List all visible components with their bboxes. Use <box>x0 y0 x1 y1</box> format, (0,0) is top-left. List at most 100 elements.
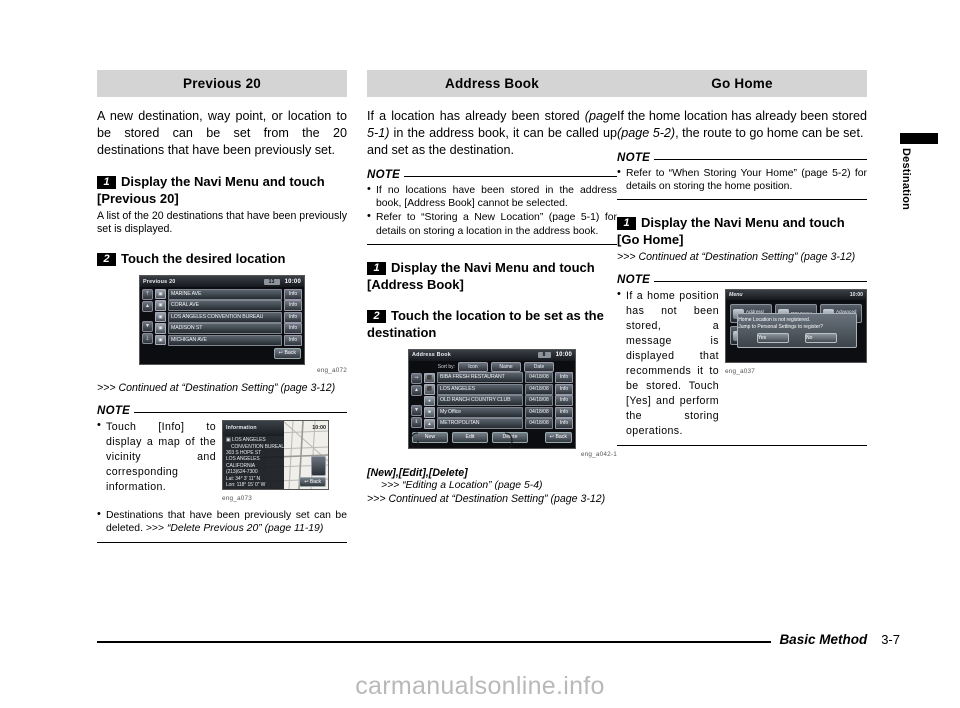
note-item-text: If a home position has not been stored, … <box>626 290 719 438</box>
intro-text-part-2: in the address book, it can be called up… <box>367 126 617 157</box>
step-number-badge: 1 <box>617 217 636 231</box>
scroll-bottom-icon[interactable]: ⤓ <box>142 333 153 344</box>
entry-type-icon: ■ <box>424 407 435 418</box>
list-item[interactable]: ● OLD RANCH COUNTRY CLUB 04/18/08 Info <box>424 395 573 407</box>
info-button[interactable]: Info <box>555 418 573 430</box>
list-item[interactable]: ▣ LOS ANGELES CONVENTION BUREAU Info <box>155 311 302 323</box>
scroll-bottom-icon[interactable]: ⇓ <box>411 416 422 428</box>
intro-text-part-2: , the route to go home can be set. <box>675 126 864 140</box>
entry-name[interactable]: LOS ANGELES <box>437 383 523 395</box>
info-button[interactable]: Info <box>284 288 302 300</box>
note-rule <box>134 412 347 413</box>
section-title-previous-20: Previous 20 <box>97 70 347 97</box>
sort-by-icon-button[interactable]: Icon <box>458 361 488 372</box>
scroll-down-icon[interactable]: ▼ <box>142 321 153 332</box>
note-rule <box>404 176 617 177</box>
scroll-down-icon[interactable]: ▼ <box>411 404 422 416</box>
note-label: NOTE <box>617 274 651 287</box>
note-label: NOTE <box>617 152 651 164</box>
sort-by-date-button[interactable]: Date <box>524 361 554 372</box>
destination-name[interactable]: MADISON ST <box>168 323 282 334</box>
list-item[interactable]: ⬛ LOS ANGELES 04/18/08 Info <box>424 383 573 395</box>
back-button[interactable]: ↩ Back <box>299 477 326 487</box>
destination-name[interactable]: LOS ANGELES CONVENTION BUREAU <box>168 311 282 323</box>
watermark: carmanualsonline.info <box>355 672 605 700</box>
destination-type-icon: ▣ <box>155 288 166 300</box>
nav-scroll-controls: ⤒ ▲ ▼ ⤓ <box>142 289 153 345</box>
nav-screen-header: Previous 20 13 10:00 <box>140 276 304 287</box>
sort-by-name-button[interactable]: Name <box>491 361 521 372</box>
list-item[interactable]: ■ My Office 04/18/08 Info <box>424 406 573 418</box>
entry-date: 04/18/08 <box>525 383 553 395</box>
entry-name[interactable]: My Office <box>437 406 523 418</box>
intro-paragraph-go-home: If the home location has already been st… <box>617 108 867 142</box>
side-tab-bar <box>900 133 938 144</box>
note-item: Refer to “When Storing Your Home” (page … <box>617 166 867 193</box>
info-button[interactable]: Info <box>555 406 573 418</box>
step-2-heading-text: Touch the desired location <box>121 251 286 266</box>
home-not-registered-dialog: Home Location is not registered. Jump to… <box>737 313 857 349</box>
callout-block: [New],[Edit],[Delete] >>> “Editing a Loc… <box>367 467 617 491</box>
footer-rule <box>97 640 772 643</box>
nav-screen-title: Address Book <box>412 352 451 359</box>
note-bottom-rule <box>617 199 867 201</box>
footer-page-number: 3-7 <box>881 632 900 647</box>
scroll-up-icon[interactable]: ▲ <box>142 301 153 312</box>
info-button[interactable]: Info <box>555 383 573 395</box>
list-item[interactable]: ⬛ BIBA FRESH RESTAURANT 04/18/08 Info <box>424 372 573 384</box>
list-item[interactable]: ▣ MARINE AVE Info <box>155 288 302 300</box>
footer-title: Basic Method <box>779 632 868 647</box>
no-button[interactable]: No <box>804 333 837 344</box>
note-block-go-home-2: NOTE If a home position has not been sto… <box>617 274 867 447</box>
scroll-top-icon[interactable]: ⤒ <box>142 289 153 300</box>
nav-scroll-controls: ⇒ ▲ ▼ ⇓ <box>411 372 422 429</box>
info-button[interactable]: Info <box>284 323 302 334</box>
entry-type-icon: ● <box>424 395 435 407</box>
entry-name[interactable]: METROPOLITAN <box>437 418 523 430</box>
list-item[interactable]: ▣ CORAL AVE Info <box>155 300 302 311</box>
destination-type-icon: ▣ <box>155 311 166 323</box>
destination-name[interactable]: MICHIGAN AVE <box>168 334 282 346</box>
nav-screen-clock: 10:00 <box>284 278 301 285</box>
yes-button[interactable]: Yes <box>756 333 789 344</box>
info-button[interactable]: Info <box>555 372 573 384</box>
step-number-badge: 1 <box>97 176 116 189</box>
list-item[interactable]: ▣ MADISON ST Info <box>155 323 302 334</box>
entry-name[interactable]: BIBA FRESH RESTAURANT <box>437 372 523 384</box>
intro-text-part-1: If the home location has already been st… <box>617 109 867 123</box>
note-heading: NOTE <box>97 405 347 417</box>
back-button[interactable]: ↩ Back <box>273 348 301 359</box>
intro-paragraph-previous-20: A new destination, way point, or locatio… <box>97 109 347 157</box>
entry-name[interactable]: OLD RANCH COUNTRY CLUB <box>437 395 523 407</box>
back-button[interactable]: ↩ Back <box>544 431 572 443</box>
information-panel-title: Information <box>223 421 284 437</box>
nav-screen-header: Address Book 8 10:00 <box>409 349 575 361</box>
note-label: NOTE <box>97 405 131 417</box>
map-side-button[interactable] <box>311 456 326 477</box>
destination-type-icon: ▣ <box>155 323 166 334</box>
destination-name[interactable]: MARINE AVE <box>168 288 282 300</box>
figure-caption: eng_a042-1 <box>580 450 617 458</box>
list-item[interactable]: ▣ MICHIGAN AVE Info <box>155 334 302 346</box>
info-button[interactable]: Info <box>284 300 302 311</box>
entry-date: 04/18/08 <box>525 395 553 407</box>
nav-screen-body: ⇒ ▲ ▼ ⇓ ⬛ BIBA FRESH RESTAURANT 04/18/08… <box>409 372 575 431</box>
scroll-up-icon[interactable]: ▲ <box>411 384 422 396</box>
callout-label: [New],[Edit],[Delete] <box>367 466 468 479</box>
scroll-top-icon[interactable]: ⇒ <box>411 372 422 384</box>
figure-caption: eng_a072 <box>316 367 347 374</box>
info-button[interactable]: Info <box>284 311 302 323</box>
step-number-badge: 1 <box>367 261 386 275</box>
column-go-home: Go Home If the home location has already… <box>617 70 867 447</box>
destination-name[interactable]: CORAL AVE <box>168 300 282 311</box>
info-button[interactable]: Info <box>284 334 302 346</box>
step-1-heading-text: Display the Navi Menu and touch [Go Home… <box>617 215 845 248</box>
nav-screen-count-badge: 8 <box>537 352 551 359</box>
info-button[interactable]: Info <box>555 395 573 407</box>
step-2-previous-20: 2 Touch the desired location <box>97 250 347 267</box>
nav-screen-count-badge: 13 <box>263 278 280 285</box>
list-item[interactable]: ▲ METROPOLITAN 04/18/08 Info <box>424 418 573 430</box>
nav-screen-title: Previous 20 <box>143 278 176 285</box>
entry-type-icon: ⬛ <box>424 384 435 395</box>
note-item-reference: “Delete Previous 20” (page 11-19) <box>166 523 324 535</box>
